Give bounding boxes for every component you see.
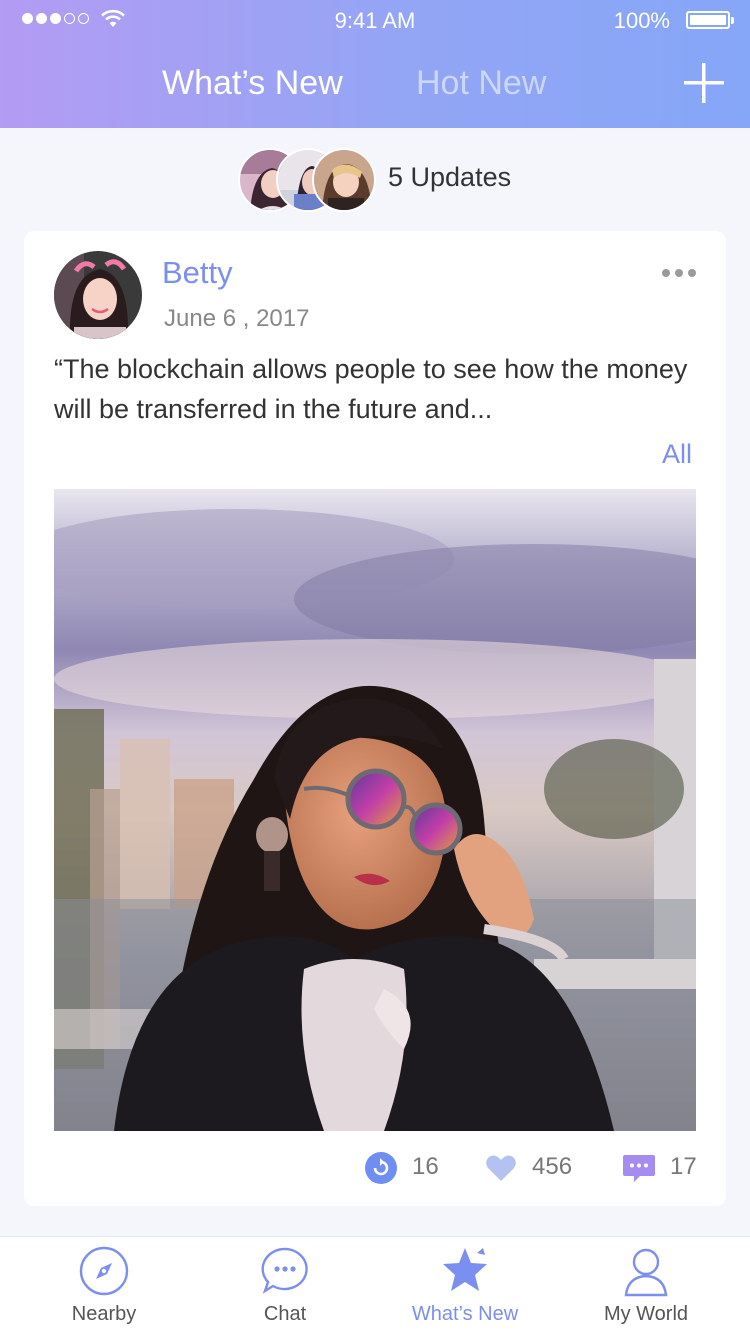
- battery-percent: 100%: [613, 8, 670, 33]
- bottom-nav: Nearby Chat What’s New My World: [0, 1236, 750, 1335]
- top-header: 9:41 AM 100% What’s New Hot New: [0, 0, 750, 128]
- nav-item-my-world[interactable]: My World: [556, 1237, 736, 1335]
- nav-label: What’s New: [411, 1303, 519, 1325]
- comment-icon[interactable]: [622, 1151, 656, 1185]
- update-avatar: [312, 148, 376, 212]
- nav-label: My World: [603, 1303, 689, 1325]
- repost-count: 16: [412, 1153, 439, 1180]
- battery-icon: [686, 11, 734, 29]
- nav-item-chat[interactable]: Chat: [195, 1237, 375, 1335]
- status-bar: 9:41 AM 100%: [0, 0, 750, 40]
- nav-item-whats-new[interactable]: What’s New: [375, 1237, 555, 1335]
- comment-count: 17: [670, 1153, 697, 1180]
- nav-label: Nearby: [71, 1303, 137, 1325]
- chat-icon: [261, 1247, 308, 1294]
- author-name[interactable]: Betty: [162, 255, 233, 291]
- plus-icon[interactable]: [684, 62, 724, 104]
- post-text: “The blockchain allows people to see how…: [54, 354, 688, 424]
- author-avatar[interactable]: [54, 251, 142, 339]
- post-photo[interactable]: [54, 489, 696, 1131]
- read-all-link[interactable]: All: [662, 439, 692, 470]
- more-options-icon[interactable]: [662, 269, 696, 277]
- header-tabs: What’s New Hot New: [0, 62, 750, 106]
- heart-icon[interactable]: [484, 1151, 518, 1185]
- tab-whats-new[interactable]: What’s New: [162, 62, 343, 104]
- post-card: Betty June 6 , 2017 “The blockchain allo…: [24, 231, 726, 1206]
- person-icon: [624, 1248, 668, 1297]
- star-icon: [443, 1248, 487, 1291]
- tab-hot-new[interactable]: Hot New: [416, 62, 546, 104]
- nav-label: Chat: [263, 1303, 307, 1325]
- post-stats: 16 456 17: [24, 1149, 726, 1189]
- updates-count: 5 Updates: [388, 162, 512, 192]
- post-date: June 6 , 2017: [164, 305, 310, 332]
- nav-item-nearby[interactable]: Nearby: [14, 1237, 194, 1335]
- repost-icon[interactable]: [364, 1151, 398, 1185]
- like-count: 456: [532, 1153, 573, 1180]
- compass-icon: [79, 1246, 129, 1296]
